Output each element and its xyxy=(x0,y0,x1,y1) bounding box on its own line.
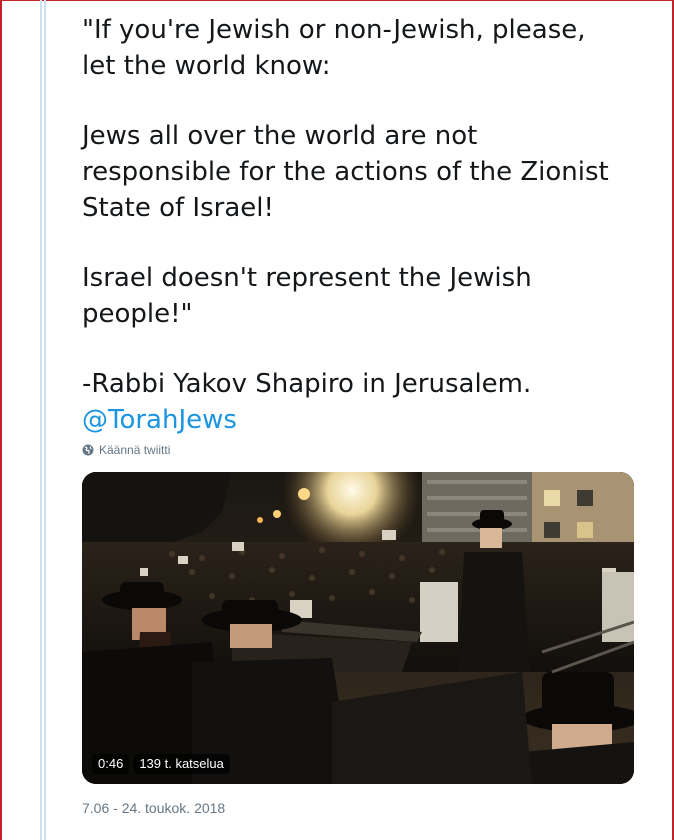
tweet-line: responsible for the actions of the Zioni… xyxy=(82,157,609,187)
tweet-line: Jews all over the world are not xyxy=(82,121,478,151)
translate-tweet-button[interactable]: Käännä twiitti xyxy=(82,443,170,457)
video-badges: 0:46 139 t. katselua xyxy=(92,754,230,774)
thread-rail xyxy=(44,0,46,840)
tweet-text: "If you're Jewish or non-Jewish, please,… xyxy=(82,12,652,438)
window-frame-left xyxy=(0,0,2,840)
window-frame-top xyxy=(0,0,674,1)
thread-rail xyxy=(40,0,42,840)
video-player[interactable]: 0:46 139 t. katselua xyxy=(82,472,634,784)
tweet-timestamp[interactable]: 7.06 - 24. toukok. 2018 xyxy=(82,800,225,816)
video-view-count: 139 t. katselua xyxy=(133,754,230,774)
translate-label: Käännä twiitti xyxy=(99,443,171,457)
mention-link[interactable]: @TorahJews xyxy=(82,405,237,435)
tweet-line: let the world know: xyxy=(82,51,331,81)
tweet-line: people!" xyxy=(82,299,193,329)
video-thumbnail xyxy=(82,472,634,784)
tweet-line: State of Israel! xyxy=(82,193,274,223)
tweet-line: "If you're Jewish or non-Jewish, please, xyxy=(82,15,586,45)
tweet-line: -Rabbi Yakov Shapiro in Jerusalem. xyxy=(82,369,532,399)
globe-icon xyxy=(82,444,94,456)
video-duration: 0:46 xyxy=(92,754,130,774)
tweet-line: Israel doesn't represent the Jewish xyxy=(82,263,532,293)
